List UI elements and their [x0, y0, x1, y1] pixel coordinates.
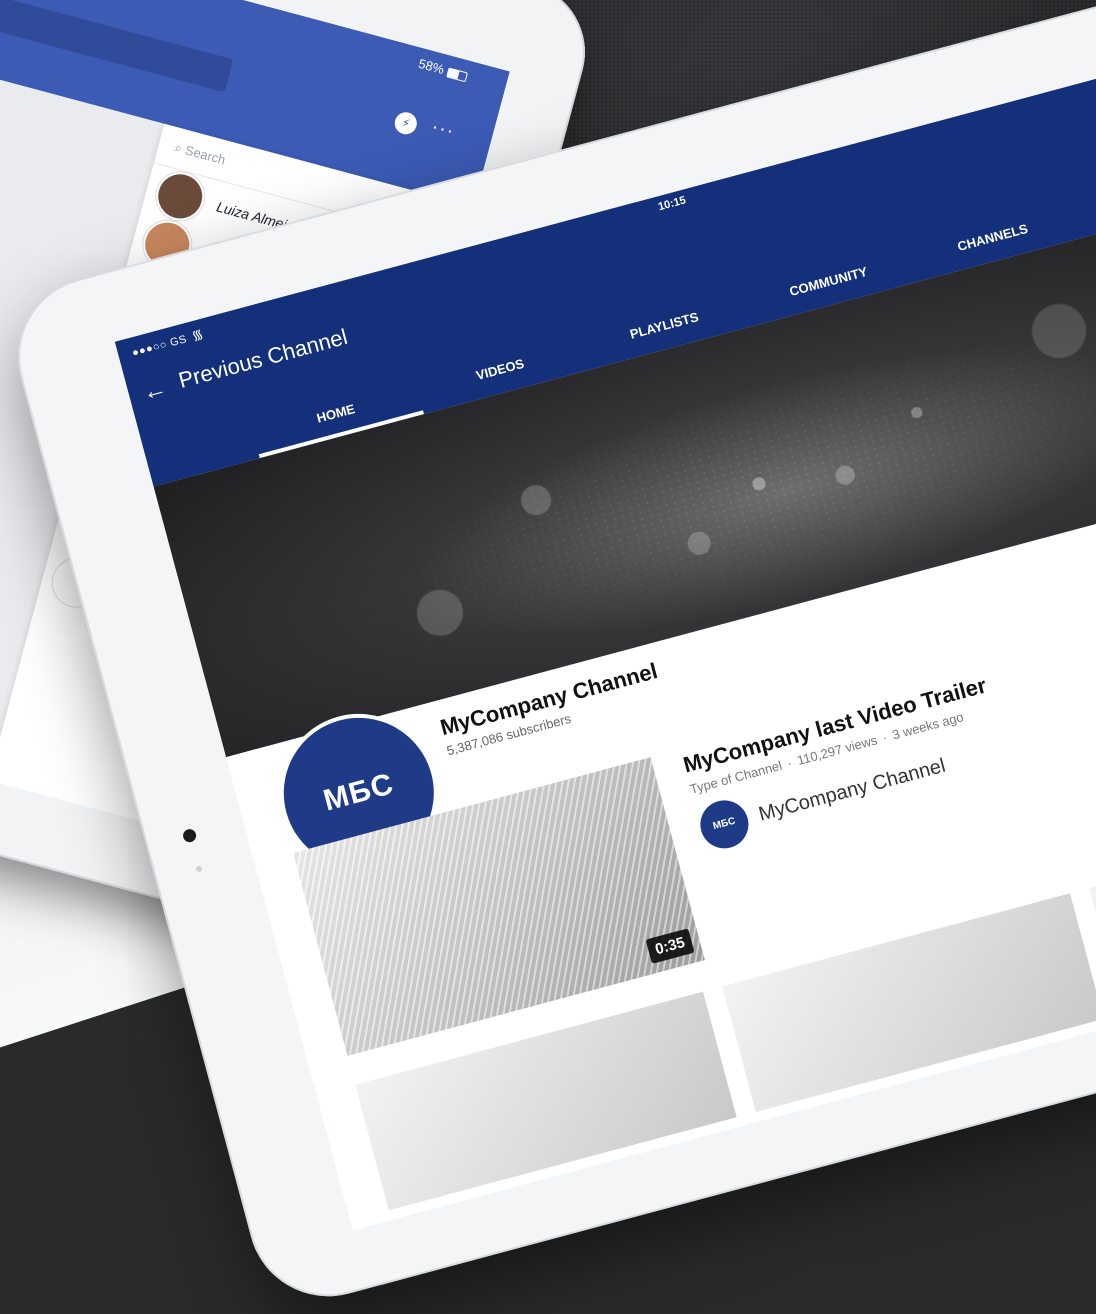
top-search-bar[interactable] [0, 0, 234, 93]
camera-dot [195, 865, 203, 873]
video-duration: 0:35 [645, 928, 695, 964]
back-arrow-icon[interactable]: ← [140, 374, 170, 407]
video-channel-logo: MБC [695, 794, 754, 854]
wifi-icon: ᯾ [190, 325, 206, 344]
carrier-text: ●●●○○ GS [130, 333, 189, 360]
carrier-signal: ●●●○○ GS ᯾ [130, 324, 206, 360]
contacts-search-placeholder: Search [183, 142, 228, 168]
status-time: 10:15 [656, 194, 688, 214]
messenger-icon[interactable]: ⚡ [392, 109, 420, 137]
more-options-icon[interactable]: ··· [429, 116, 457, 144]
battery-percent: 58% [416, 55, 446, 78]
home-button[interactable] [181, 827, 198, 844]
battery-icon [446, 67, 469, 82]
battery-status: 58% [417, 56, 469, 83]
